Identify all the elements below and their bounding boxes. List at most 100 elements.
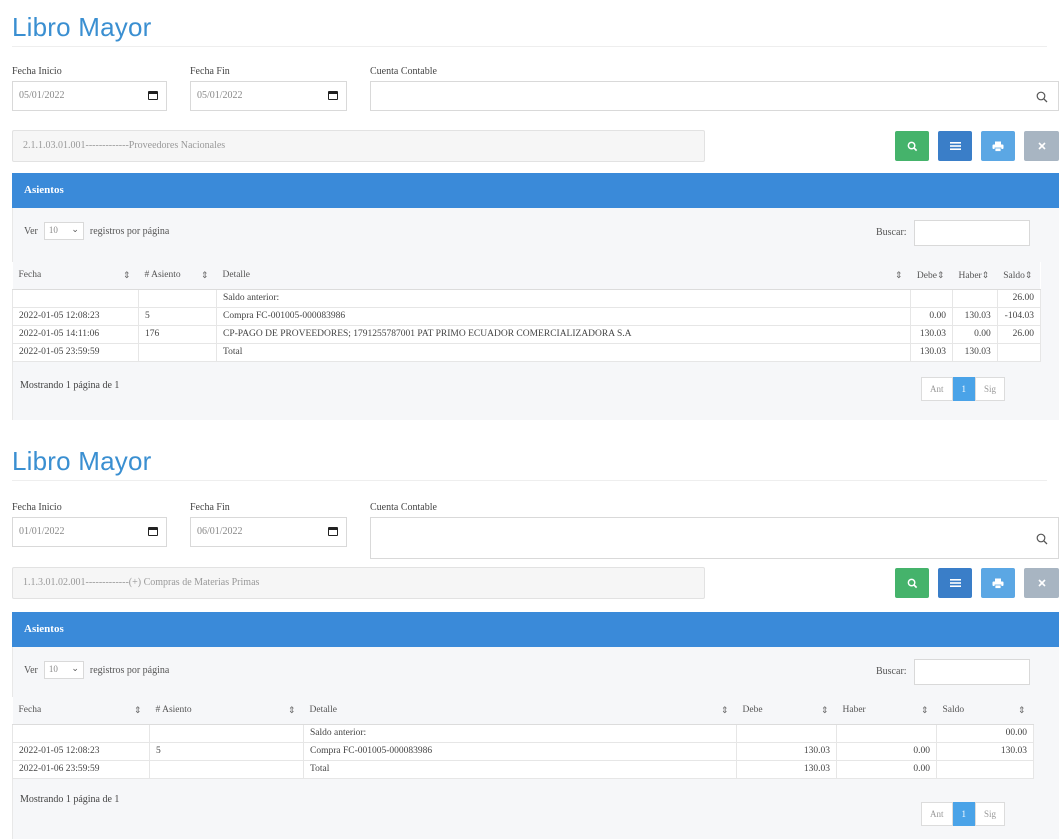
col-saldo[interactable]: Saldo⇕: [997, 262, 1041, 290]
title-divider: [12, 480, 1047, 481]
asientos-header: Asientos: [12, 612, 1059, 647]
list-icon: [949, 579, 961, 587]
clear-button[interactable]: [1024, 568, 1059, 598]
cell-debe: 0.00: [910, 306, 953, 326]
sort-icon: ⇕: [820, 704, 829, 715]
calendar-icon[interactable]: [328, 91, 338, 100]
cell-haber: 130.03: [952, 306, 998, 326]
page-length-select[interactable]: 10 ⌄: [43, 222, 84, 240]
printer-icon: [992, 141, 1004, 152]
cell-debe: [910, 288, 953, 308]
pagination-page[interactable]: 1: [952, 802, 975, 826]
table-info: Mostrando 1 página de 1: [20, 794, 120, 805]
cell-saldo: 00.00: [936, 723, 1034, 743]
fecha-fin-input[interactable]: 06/01/2022: [190, 517, 347, 547]
pagination-next[interactable]: Sig: [975, 802, 1006, 826]
fecha-fin-value: 05/01/2022: [197, 90, 243, 101]
buscar-label: Buscar:: [876, 227, 907, 238]
cell-detalle: Compra FC-001005-000083986: [303, 741, 737, 761]
sort-icon: ⇕: [894, 269, 903, 280]
col-haber[interactable]: Haber⇕: [952, 262, 998, 290]
fecha-inicio-input[interactable]: 01/01/2022: [12, 517, 167, 547]
calendar-icon[interactable]: [148, 527, 158, 536]
col-detalle[interactable]: Detalle ⇕: [303, 697, 737, 725]
cell-haber: 0.00: [952, 324, 998, 344]
column-label: Fecha: [18, 704, 42, 715]
cell-asiento: [138, 342, 217, 362]
search-icon[interactable]: [1036, 533, 1048, 545]
cell-asiento: 5: [138, 306, 217, 326]
cell-saldo: 130.03: [936, 741, 1034, 761]
table-row: Saldo anterior: 26.00: [12, 288, 1041, 308]
col-debe[interactable]: Debe⇕: [910, 262, 953, 290]
cuenta-seleccionada: 2.1.1.03.01.001-------------Proveedores …: [12, 130, 705, 162]
table-row: 2022-01-05 23:59:59 Total 130.03 130.03: [12, 342, 1041, 362]
buscar-input[interactable]: [914, 659, 1030, 685]
list-button[interactable]: [938, 131, 972, 161]
col-asiento[interactable]: # Asiento ⇕: [149, 697, 304, 725]
sort-icon: ⇕: [1024, 269, 1033, 280]
column-label: # Asiento: [144, 269, 181, 280]
column-label: Saldo: [1003, 270, 1025, 281]
fecha-inicio-value: 01/01/2022: [19, 526, 65, 537]
search-button[interactable]: [895, 131, 929, 161]
table-header-row: Fecha⇕ # Asiento⇕ Detalle⇕ Debe⇕ Haber⇕ …: [12, 697, 1034, 725]
cell-haber: [952, 288, 998, 308]
print-button[interactable]: [981, 568, 1015, 598]
sort-icon: ⇕: [920, 704, 929, 715]
cell-saldo: 26.00: [996, 288, 1041, 308]
cell-debe: 130.03: [910, 342, 953, 362]
fecha-fin-label: Fecha Fin: [190, 502, 230, 513]
sort-icon: ⇕: [981, 269, 990, 280]
cuenta-contable-input[interactable]: [370, 517, 1059, 559]
list-icon: [949, 142, 961, 150]
cuenta-contable-input[interactable]: [370, 81, 1059, 111]
libro-mayor-panel-1: Libro Mayor Fecha Inicio Fecha Fin Cuent…: [0, 0, 1059, 420]
list-button[interactable]: [938, 568, 972, 598]
asientos-table: Fecha⇕ # Asiento⇕ Detalle⇕ Debe⇕ Haber⇕ …: [12, 262, 1041, 362]
pagination-page[interactable]: 1: [952, 377, 975, 401]
cell-saldo: [996, 342, 1041, 362]
col-fecha[interactable]: Fecha ⇕: [12, 697, 150, 725]
pagination-prev[interactable]: Ant: [921, 802, 953, 826]
calendar-icon[interactable]: [148, 91, 158, 100]
calendar-icon[interactable]: [328, 527, 338, 536]
table-row: 2022-01-05 12:08:23 5 Compra FC-001005-0…: [12, 741, 1034, 761]
fecha-fin-input[interactable]: 05/01/2022: [190, 81, 347, 111]
pagination-next[interactable]: Sig: [975, 377, 1006, 401]
search-icon[interactable]: [1036, 91, 1048, 103]
length-menu: Ver 10 ⌄ registros por página: [24, 661, 169, 679]
col-haber[interactable]: Haber⇕: [836, 697, 937, 725]
cell-asiento: 176: [138, 324, 217, 344]
cell-detalle: Total: [303, 759, 737, 779]
buscar-input[interactable]: [914, 220, 1030, 246]
table-info: Mostrando 1 página de 1: [20, 380, 120, 391]
pagination-prev[interactable]: Ant: [921, 377, 953, 401]
search-button[interactable]: [895, 568, 929, 598]
cell-debe: [736, 723, 837, 743]
fecha-inicio-label: Fecha Inicio: [12, 66, 62, 77]
column-label: Debe: [742, 704, 763, 715]
cell-fecha: 2022-01-05 23:59:59: [12, 342, 139, 362]
page-length-select[interactable]: 10 ⌄: [43, 661, 84, 679]
libro-mayor-panel-2: Libro Mayor Fecha Inicio Fecha Fin Cuent…: [0, 420, 1059, 839]
chevron-down-icon: ⌄: [71, 663, 79, 673]
page-length-value: 10: [48, 225, 58, 235]
col-detalle[interactable]: Detalle ⇕: [216, 262, 911, 290]
fecha-inicio-value: 05/01/2022: [19, 90, 65, 101]
col-saldo[interactable]: Saldo⇕: [936, 697, 1034, 725]
title-divider: [12, 46, 1047, 47]
fecha-inicio-label: Fecha Inicio: [12, 502, 62, 513]
asientos-header: Asientos: [12, 173, 1059, 208]
clear-button[interactable]: [1024, 131, 1059, 161]
table-header-row: Fecha⇕ # Asiento⇕ Detalle⇕ Debe⇕ Haber⇕ …: [12, 262, 1041, 290]
close-icon: [1037, 142, 1046, 150]
printer-icon: [992, 578, 1004, 589]
col-asiento[interactable]: # Asiento ⇕: [138, 262, 217, 290]
col-debe[interactable]: Debe ⇕: [736, 697, 837, 725]
col-fecha[interactable]: Fecha ⇕: [12, 262, 139, 290]
print-button[interactable]: [981, 131, 1015, 161]
fecha-inicio-input[interactable]: 05/01/2022: [12, 81, 167, 111]
fecha-fin-value: 06/01/2022: [197, 526, 243, 537]
sort-icon: ⇕: [133, 704, 142, 715]
